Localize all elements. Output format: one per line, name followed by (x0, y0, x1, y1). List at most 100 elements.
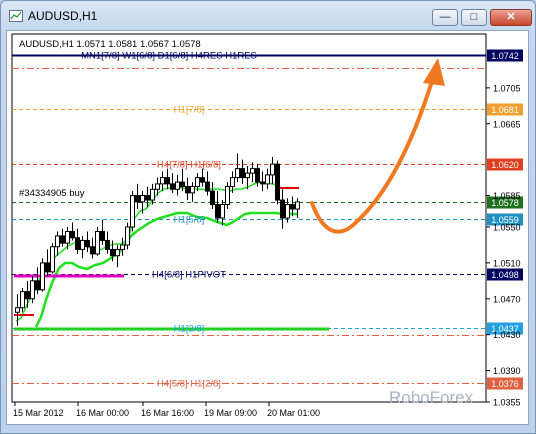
candle-body-54 (285, 204, 290, 219)
time-tick-label-2: 16 Mar 16:00 (141, 408, 194, 418)
minimize-button[interactable]: — (432, 9, 458, 26)
candle-body-49 (260, 181, 265, 185)
price-tick-label-1: 1.0665 (493, 119, 521, 129)
level-label-7: H1[3/8] (174, 324, 205, 335)
level-label-5: H1[5/8] (174, 215, 205, 226)
candle-body-44 (235, 168, 240, 179)
candle-body-33 (180, 181, 185, 188)
candle-body-38 (205, 181, 210, 192)
level-label-2: H1[7/8] (174, 105, 205, 116)
candle-body-31 (170, 183, 175, 190)
candle-body-7 (50, 246, 55, 273)
time-tick-label-1: 16 Mar 00:00 (76, 408, 129, 418)
level-label-6: H4[6/8] H1PIVOT (152, 270, 226, 281)
candle-body-13 (80, 239, 85, 250)
candle-body-42 (225, 186, 230, 206)
price-tick-label-0: 1.0705 (493, 83, 521, 93)
level-label-3: H4[7/8] H1[6/8] (157, 160, 221, 171)
candle-body-39 (210, 190, 215, 206)
candle-body-26 (145, 195, 150, 201)
window-title: AUDUSD,H1 (28, 9, 98, 23)
candle-body-23 (130, 195, 135, 228)
price-tick-label-8: 1.0355 (493, 398, 521, 408)
candle-body-29 (160, 177, 165, 185)
candle-body-24 (135, 195, 140, 203)
candle-body-19 (110, 248, 115, 257)
maximize-icon: □ (470, 11, 478, 23)
candle-body-21 (120, 244, 125, 250)
candle-body-5 (40, 262, 45, 291)
candle-body-45 (240, 168, 245, 179)
candle-body-22 (125, 226, 130, 246)
chart-window: AUDUSD,H1 — □ ✕ MN1[7/8] W1[6/8] D1[6/8]… (0, 0, 536, 434)
title-bar[interactable]: AUDUSD,H1 — □ ✕ (1, 1, 535, 31)
candle-body-17 (100, 230, 105, 241)
order-label: #34334905 buy (19, 188, 85, 199)
candle-body-34 (185, 186, 190, 194)
price-chart[interactable]: MN1[7/8] W1[6/8] D1[6/8] H4RES H1RES H1[7… (7, 31, 528, 424)
candle-body-6 (45, 262, 50, 273)
price-axis-ticks: 1.0705 1.0665 1.0585 1.0550 1.0510 1.0470 1.04… (486, 83, 521, 408)
price-tick-label-7: 1.0390 (493, 366, 521, 376)
candle-body-32 (175, 181, 180, 190)
price-tick-label-4: 1.0510 (493, 258, 521, 268)
plot-border (11, 33, 487, 403)
candle-body-15 (90, 246, 95, 255)
candle-body-56 (295, 201, 300, 210)
candle-body-50 (265, 174, 270, 185)
price-tag-3: 1.0620 (491, 160, 519, 170)
time-tick-label-3: 19 Mar 09:00 (204, 408, 257, 418)
candle-body-51 (270, 163, 275, 176)
chart-window-icon (9, 10, 23, 22)
candle-body-52 (275, 163, 280, 201)
candle-body-11 (70, 230, 75, 239)
candle-body-2 (25, 291, 30, 300)
time-axis-ticks: 15 Mar 2012 16 Mar 00:00 16 Mar 16:00 19 Ma… (13, 402, 320, 418)
candle-body-47 (250, 168, 255, 174)
candle-body-1 (20, 291, 25, 309)
candle-body-35 (190, 186, 195, 194)
price-tag-2: 1.0681 (491, 105, 519, 115)
candle-body-9 (60, 235, 65, 244)
price-tick-label-3: 1.0550 (493, 222, 521, 232)
candle-body-18 (105, 239, 110, 250)
candle-body-20 (115, 248, 120, 257)
minimize-icon: — (439, 11, 451, 23)
candle-body-14 (85, 239, 90, 248)
candle-body-4 (35, 280, 40, 291)
price-tag-9: 1.0376 (491, 379, 519, 389)
maximize-button[interactable]: □ (461, 9, 487, 26)
candle-body-28 (155, 183, 160, 190)
price-tag-0: 1.0742 (491, 51, 519, 61)
time-tick-label-0: 15 Mar 2012 (13, 408, 64, 418)
price-tick-label-2: 1.0585 (493, 191, 521, 201)
candle-body-53 (280, 199, 285, 219)
candle-body-55 (290, 204, 295, 210)
time-tick-label-4: 20 Mar 01:00 (267, 408, 320, 418)
level-label-9: H4[5/8] H1[2/8] (157, 379, 221, 390)
candle-body-41 (220, 204, 225, 219)
candle-body-27 (150, 188, 155, 201)
chart-area[interactable]: MN1[7/8] W1[6/8] D1[6/8] H4RES H1RES H1[7… (6, 30, 529, 425)
broker-watermark: RoboForex (389, 388, 474, 407)
candle-body-46 (245, 172, 250, 179)
price-tick-label-5: 1.0470 (493, 294, 521, 304)
candle-body-30 (165, 177, 170, 185)
price-tag-6: 1.0498 (491, 270, 519, 280)
candle-body-12 (75, 237, 80, 250)
candle-body-36 (195, 177, 200, 188)
symbol-header: AUDUSD,H1 1.0571 1.0581 1.0567 1.0578 (19, 39, 201, 50)
candle-body-10 (65, 230, 70, 244)
candle-body-8 (55, 235, 60, 248)
candle-body-0 (15, 307, 20, 313)
price-tick-label-6: 1.0430 (493, 330, 521, 340)
close-button[interactable]: ✕ (490, 9, 532, 26)
close-icon: ✕ (506, 11, 516, 23)
level-label-0: MN1[7/8] W1[6/8] D1[6/8] H4RES H1RES (81, 51, 257, 62)
candle-body-16 (95, 230, 100, 255)
candle-body-40 (215, 204, 220, 219)
candle-body-3 (30, 280, 35, 300)
candle-body-37 (200, 177, 205, 183)
candle-body-25 (140, 195, 145, 203)
candle-body-48 (255, 168, 260, 183)
